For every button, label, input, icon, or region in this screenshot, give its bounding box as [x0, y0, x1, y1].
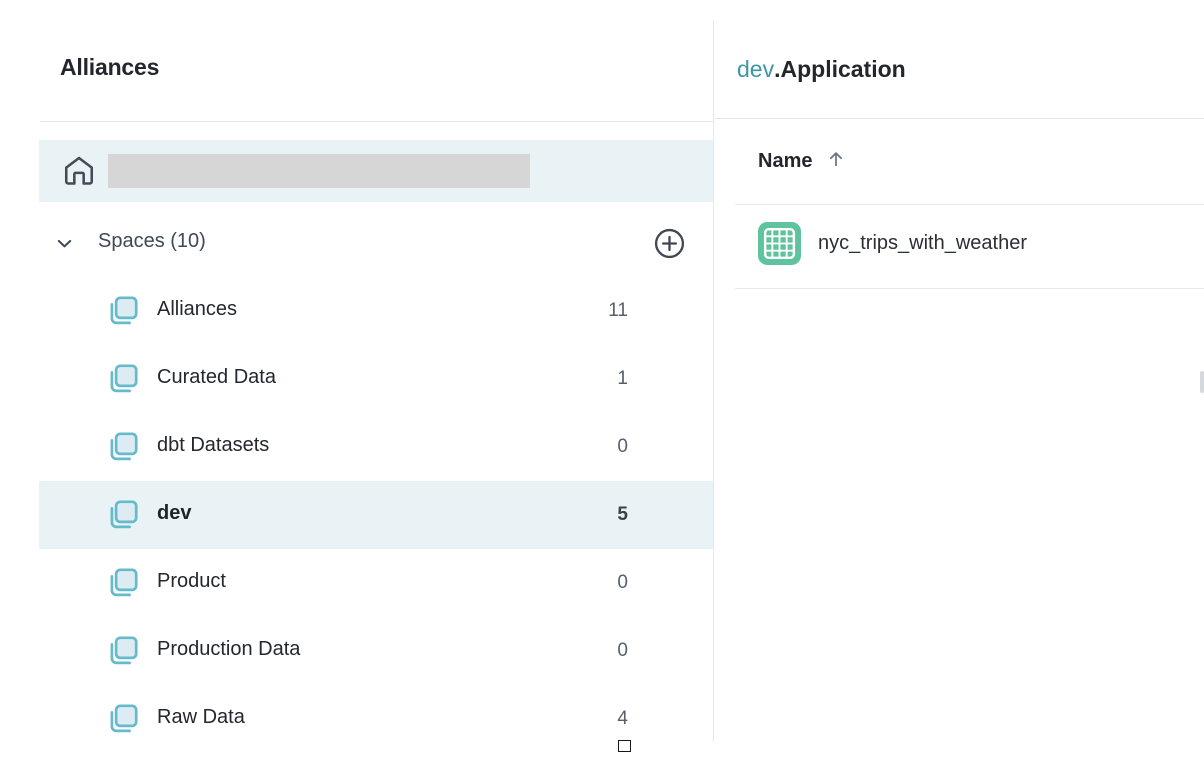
name-column-label: Name	[758, 150, 812, 173]
spaces-header-label: Spaces (10)	[98, 230, 206, 253]
stray-cursor-square	[618, 740, 631, 752]
page-title: Application	[780, 56, 905, 82]
space-label: dbt Datasets	[157, 434, 269, 457]
panel-vertical-divider	[713, 20, 714, 742]
table-divider	[735, 288, 1204, 289]
space-label: dev	[157, 502, 191, 525]
breadcrumb: dev.Application	[737, 56, 906, 83]
space-icon	[105, 293, 141, 334]
space-icon	[105, 497, 141, 538]
space-icon	[105, 429, 141, 470]
home-row[interactable]	[39, 140, 713, 202]
redacted-home-label	[108, 154, 530, 188]
sidebar-title: Alliances	[60, 54, 159, 81]
dataset-table-icon	[758, 222, 801, 270]
sidebar-item-raw-data[interactable]: Raw Data 4	[39, 685, 713, 753]
sidebar-item-dev[interactable]: dev 5	[39, 481, 713, 549]
space-icon	[105, 361, 141, 402]
space-icon	[105, 565, 141, 606]
table-row[interactable]: nyc_trips_with_weather	[735, 205, 1204, 288]
space-count: 5	[617, 504, 628, 526]
sort-ascending-icon[interactable]	[825, 148, 847, 175]
space-label: Alliances	[157, 298, 237, 321]
sidebar-item-dbt-datasets[interactable]: dbt Datasets 0	[39, 413, 713, 481]
sidebar-item-product[interactable]: Product 0	[39, 549, 713, 617]
sidebar-item-production-data[interactable]: Production Data 0	[39, 617, 713, 685]
add-space-button[interactable]	[652, 226, 687, 266]
space-label: Curated Data	[157, 366, 276, 389]
dataset-name[interactable]: nyc_trips_with_weather	[818, 232, 1027, 255]
sidebar-item-alliances[interactable]: Alliances 11	[39, 277, 713, 345]
home-icon[interactable]	[62, 154, 96, 193]
chevron-down-icon[interactable]	[53, 232, 76, 260]
space-label: Production Data	[157, 638, 300, 661]
spaces-tree-header[interactable]: Spaces (10)	[39, 223, 713, 263]
space-count: 11	[608, 300, 628, 322]
space-label: Raw Data	[157, 706, 245, 729]
sidebar-item-curated-data[interactable]: Curated Data 1	[39, 345, 713, 413]
space-icon	[105, 633, 141, 674]
space-count: 0	[617, 572, 628, 594]
breadcrumb-space[interactable]: dev	[737, 56, 774, 82]
space-label: Product	[157, 570, 226, 593]
space-icon	[105, 701, 141, 742]
scrollbar-thumb[interactable]	[1200, 371, 1204, 393]
name-column-header[interactable]: Name	[758, 148, 847, 175]
space-count: 0	[617, 436, 628, 458]
space-count: 4	[617, 708, 628, 730]
space-count: 0	[617, 640, 628, 662]
sidebar-header-divider	[40, 121, 713, 122]
space-count: 1	[617, 368, 628, 390]
main-header-divider	[715, 118, 1204, 119]
